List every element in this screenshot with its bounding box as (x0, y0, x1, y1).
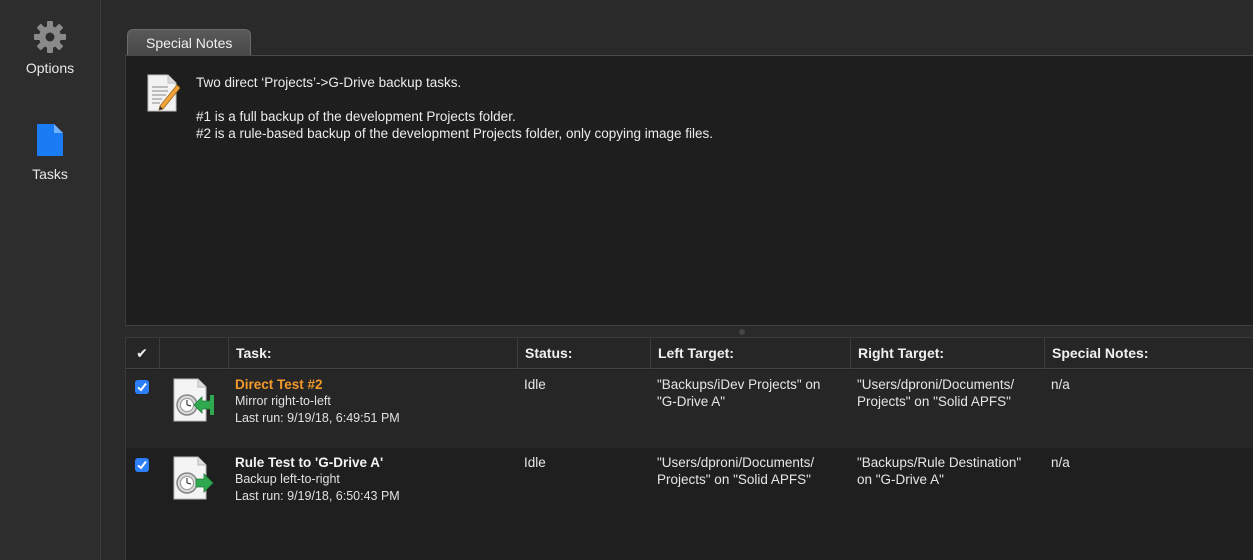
column-header-left-target[interactable]: Left Target: (650, 338, 851, 369)
notes-text: Two direct ‘Projects’->G-Drive backup ta… (196, 74, 713, 142)
mirror-left-icon (173, 378, 214, 422)
task-enabled-checkbox[interactable] (135, 380, 149, 394)
table-row[interactable]: Rule Test to 'G-Drive A' Backup left-to-… (126, 448, 1253, 526)
status-cell: Idle (524, 455, 546, 470)
special-notes-cell: n/a (1051, 455, 1070, 470)
right-target-cell: "Users/dproni/Documents/ Projects" on "S… (857, 376, 1047, 410)
task-table: ✔ Task: Status: Left Target: Right Targe… (125, 337, 1253, 560)
column-header-task[interactable]: Task: (228, 338, 518, 369)
sidebar-item-label: Options (25, 60, 75, 76)
task-last-run: Last run: 9/19/18, 6:49:51 PM (235, 411, 400, 425)
right-target-cell: "Backups/Rule Destination" on "G-Drive A… (857, 454, 1047, 488)
note-pencil-icon (147, 74, 180, 112)
left-target-line: "Users/dproni/Documents/ (657, 455, 815, 470)
left-target-cell: "Backups/iDev Projects" on "G-Drive A" (657, 376, 852, 410)
left-target-line: Projects" on "Solid APFS" (657, 472, 811, 487)
sidebar: Options Tasks (0, 0, 101, 560)
right-target-line: "Users/dproni/Documents/ (857, 377, 1015, 392)
document-icon (37, 124, 63, 156)
notes-line: #2 is a rule-based backup of the develop… (196, 126, 714, 141)
checkmark-icon (137, 460, 147, 470)
left-target-cell: "Users/dproni/Documents/ Projects" on "S… (657, 454, 852, 488)
column-header-icon[interactable] (159, 338, 229, 369)
special-notes-cell: n/a (1051, 377, 1070, 392)
sidebar-item-options[interactable]: Options (0, 20, 100, 76)
task-last-run: Last run: 9/19/18, 6:50:43 PM (235, 489, 400, 503)
main-content: Special Notes Two direct ‘Projects’->G-D… (101, 0, 1253, 560)
left-target-line: "Backups/iDev Projects" on (657, 377, 821, 392)
task-cell: Rule Test to 'G-Drive A' Backup left-to-… (235, 454, 515, 505)
right-target-line: Projects" on "Solid APFS" (857, 394, 1011, 409)
gear-icon (34, 21, 66, 53)
column-header-special-notes[interactable]: Special Notes: (1044, 338, 1253, 369)
left-target-line: "G-Drive A" (657, 394, 726, 409)
task-mode: Backup left-to-right (235, 472, 340, 486)
sidebar-item-tasks[interactable]: Tasks (0, 124, 100, 182)
column-header-status[interactable]: Status: (517, 338, 651, 369)
notes-line: Two direct ‘Projects’->G-Drive backup ta… (196, 75, 462, 90)
split-view-divider[interactable] (125, 325, 1253, 337)
sidebar-item-label: Tasks (32, 166, 68, 182)
column-header-check[interactable]: ✔ (126, 338, 158, 369)
status-cell: Idle (524, 377, 546, 392)
divider-handle[interactable] (739, 329, 745, 335)
column-header-right-target[interactable]: Right Target: (850, 338, 1045, 369)
right-target-line: "Backups/Rule Destination" (857, 455, 1022, 470)
task-enabled-checkbox[interactable] (135, 458, 149, 472)
table-header: ✔ Task: Status: Left Target: Right Targe… (126, 337, 1253, 369)
tab-special-notes[interactable]: Special Notes (127, 29, 252, 56)
notes-panel: Two direct ‘Projects’->G-Drive backup ta… (125, 55, 1253, 325)
right-target-line: on "G-Drive A" (857, 472, 944, 487)
task-mode: Mirror right-to-left (235, 394, 331, 408)
backup-right-icon (173, 456, 214, 500)
task-name[interactable]: Direct Test #2 (235, 376, 515, 393)
table-row[interactable]: Direct Test #2 Mirror right-to-left Last… (126, 370, 1253, 448)
checkmark-icon (137, 382, 147, 392)
task-cell: Direct Test #2 Mirror right-to-left Last… (235, 376, 515, 427)
notes-line: #1 is a full backup of the development P… (196, 109, 516, 124)
task-name[interactable]: Rule Test to 'G-Drive A' (235, 454, 515, 471)
